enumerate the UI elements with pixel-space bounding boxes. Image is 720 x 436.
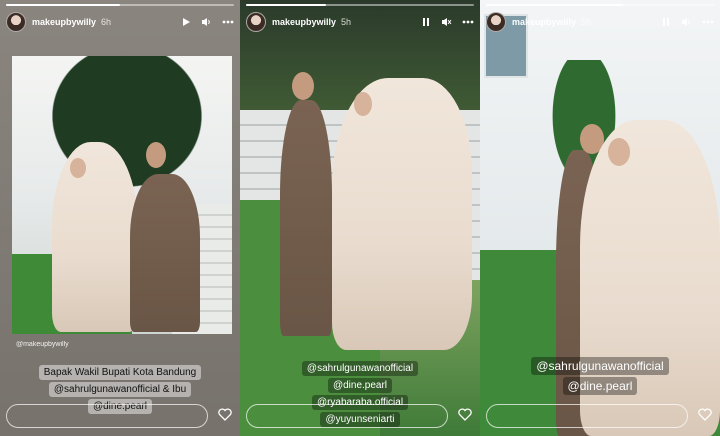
story-progress-bar bbox=[6, 4, 234, 6]
more-icon[interactable] bbox=[462, 20, 474, 24]
avatar[interactable] bbox=[486, 12, 506, 32]
avatar[interactable] bbox=[246, 12, 266, 32]
heart-icon[interactable] bbox=[458, 408, 472, 426]
groom bbox=[130, 174, 200, 332]
story-progress-bar bbox=[246, 4, 474, 6]
story-controls bbox=[421, 17, 474, 27]
stories-viewer: makeupbywilly 6h @makeupbywilly Bapak Wa… bbox=[0, 0, 720, 436]
volume-icon[interactable] bbox=[681, 17, 692, 27]
caption-line[interactable]: @dine.pearl bbox=[327, 378, 393, 393]
story-controls bbox=[661, 17, 714, 27]
story-header: makeupbywilly 6h bbox=[6, 12, 234, 32]
caption-line[interactable]: @sahrulgunawanofficial bbox=[301, 361, 419, 376]
groom-face bbox=[146, 142, 166, 168]
story-header: makeupbywilly 5h bbox=[246, 12, 474, 32]
timestamp: 5h bbox=[341, 17, 352, 27]
bride-face bbox=[70, 158, 86, 178]
more-icon[interactable] bbox=[702, 20, 714, 24]
bride-face bbox=[608, 138, 630, 166]
story-panel-3[interactable]: makeupbywilly 5h @sahrulgunawanofficial … bbox=[480, 0, 720, 436]
story-progress-bar bbox=[486, 4, 714, 6]
progress-fill bbox=[486, 4, 623, 6]
mention-text[interactable]: @makeupbywilly bbox=[16, 341, 69, 348]
reply-input[interactable] bbox=[246, 404, 448, 428]
bride-face bbox=[354, 92, 372, 116]
timestamp: 5h bbox=[581, 17, 592, 27]
timestamp: 6h bbox=[101, 17, 112, 27]
groom bbox=[280, 100, 332, 336]
pause-icon[interactable] bbox=[661, 17, 671, 27]
groom-face bbox=[292, 72, 314, 100]
story-photo bbox=[12, 56, 232, 334]
username[interactable]: makeupbywilly bbox=[512, 17, 576, 27]
more-icon[interactable] bbox=[222, 20, 234, 24]
avatar[interactable] bbox=[6, 12, 26, 32]
volume-icon[interactable] bbox=[201, 17, 212, 27]
mute-icon[interactable] bbox=[441, 17, 452, 27]
pause-icon[interactable] bbox=[421, 17, 431, 27]
play-icon[interactable] bbox=[181, 17, 191, 27]
story-panel-2[interactable]: makeupbywilly 5h @sahrulgunawanofficial … bbox=[240, 0, 480, 436]
caption-line[interactable]: @dine.pearl bbox=[562, 377, 638, 395]
username[interactable]: makeupbywilly bbox=[32, 17, 96, 27]
caption-line[interactable]: @sahrulgunawanofficial & Ibu bbox=[48, 382, 192, 397]
caption-line: Bapak Wakil Bupati Kota Bandung bbox=[38, 365, 202, 380]
heart-icon[interactable] bbox=[218, 408, 232, 426]
reply-input[interactable] bbox=[6, 404, 208, 428]
bride bbox=[52, 142, 138, 332]
story-panel-1[interactable]: makeupbywilly 6h @makeupbywilly Bapak Wa… bbox=[0, 0, 240, 436]
story-caption: @sahrulgunawanofficial @dine.pearl bbox=[480, 356, 720, 396]
reply-input[interactable] bbox=[486, 404, 688, 428]
progress-fill bbox=[6, 4, 120, 6]
caption-line[interactable]: @sahrulgunawanofficial bbox=[531, 357, 669, 375]
heart-icon[interactable] bbox=[698, 408, 712, 426]
bride bbox=[332, 78, 472, 350]
progress-fill bbox=[246, 4, 326, 6]
username[interactable]: makeupbywilly bbox=[272, 17, 336, 27]
story-controls bbox=[181, 17, 234, 27]
story-header: makeupbywilly 5h bbox=[486, 12, 714, 32]
